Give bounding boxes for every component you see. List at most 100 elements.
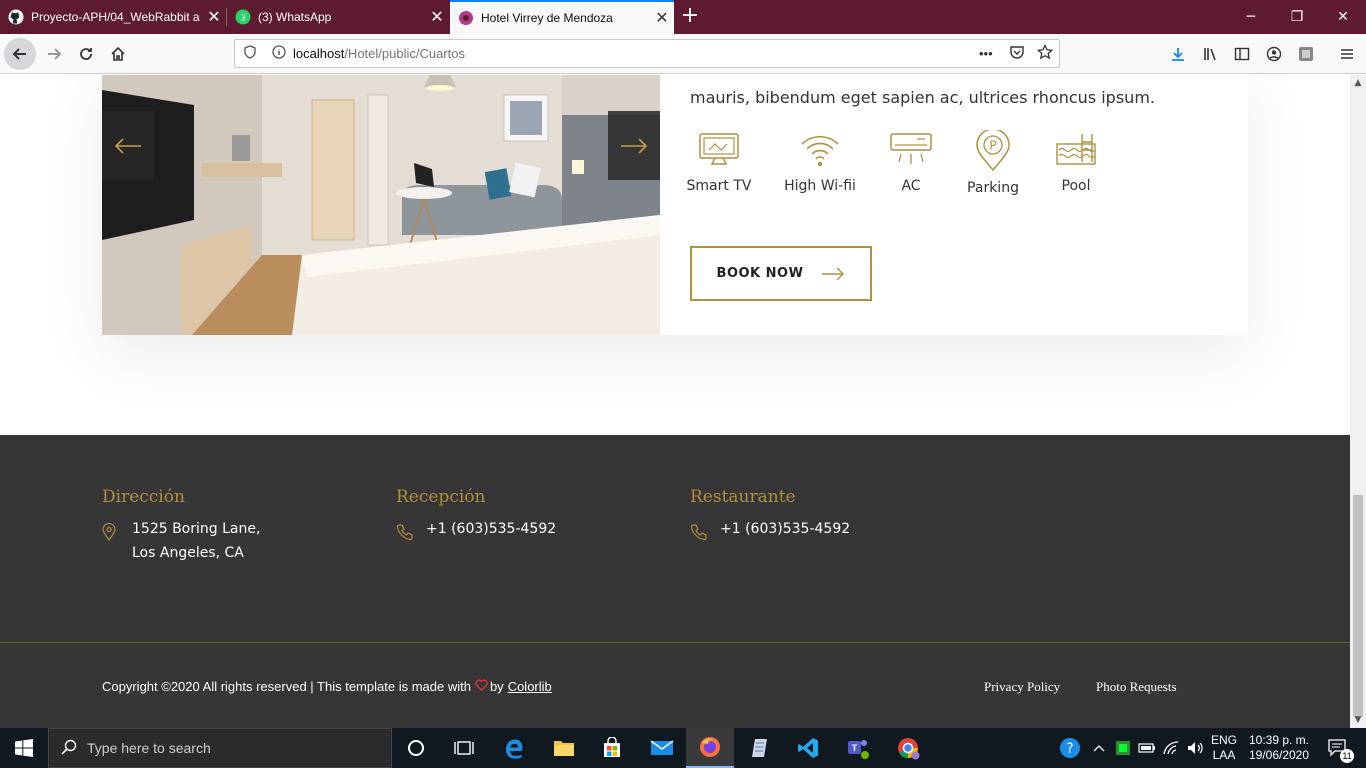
book-now-label: BOOK NOW: [716, 266, 804, 281]
reload-icon: [80, 48, 92, 60]
site-footer: Dirección 1525 Boring Lane, Los Angeles,…: [0, 435, 1350, 728]
bookmark-star-icon[interactable]: [1036, 43, 1054, 63]
new-tab-button[interactable]: +: [678, 5, 702, 29]
minimize-button[interactable]: ─: [1228, 0, 1274, 34]
close-window-button[interactable]: ✕: [1320, 0, 1366, 34]
map-pin-icon: [102, 521, 132, 545]
battery-icon[interactable]: [1136, 728, 1158, 768]
arrow-right-icon: [621, 137, 648, 154]
footer-address-column: Dirección 1525 Boring Lane, Los Angeles,…: [102, 487, 260, 565]
url-bar[interactable]: localhost/Hotel/public/Cuartos •••: [234, 39, 1060, 68]
search-icon: [61, 739, 77, 758]
amenity-wifi: High Wi-fii: [775, 130, 865, 194]
restore-button[interactable]: ❐: [1274, 0, 1320, 34]
copyright: Copyright ©2020 All rights reserved | Th…: [102, 679, 552, 694]
mail-icon[interactable]: [638, 728, 686, 768]
next-slide-button[interactable]: [608, 111, 660, 180]
photo-requests-link[interactable]: Photo Requests: [1096, 679, 1177, 695]
svg-text:P: P: [989, 139, 996, 153]
info-icon[interactable]: [265, 45, 293, 62]
footer-restaurant-column: Restaurante +1 (603)535-4592: [690, 487, 850, 545]
windows-logo-icon: [15, 739, 33, 757]
shield-icon[interactable]: [235, 45, 265, 62]
tab-hotel[interactable]: Hotel Virrey de Mendoza ✕: [450, 0, 674, 34]
chrome-icon[interactable]: [884, 728, 932, 768]
scroll-up-arrow-icon[interactable]: ▲: [1350, 75, 1366, 91]
svg-text:T: T: [852, 743, 858, 753]
home-button[interactable]: [102, 38, 134, 70]
file-explorer-icon[interactable]: [540, 728, 588, 768]
parking-icon: P: [976, 130, 1010, 172]
downloads-icon[interactable]: [1166, 42, 1190, 66]
app-tray-icon[interactable]: [1112, 728, 1134, 768]
tab-whatsapp[interactable]: 3 (3) WhatsApp ✕: [227, 0, 449, 34]
close-tab-icon[interactable]: ✕: [650, 8, 674, 28]
pocket-icon[interactable]: [1009, 44, 1025, 63]
copyright-by: by: [489, 679, 504, 694]
back-arrow-icon: [12, 48, 26, 60]
reload-button[interactable]: [70, 38, 102, 70]
windows-taskbar: Type here to search T ? ENG LAA 10:39 p.…: [0, 728, 1366, 768]
volume-icon[interactable]: [1184, 728, 1206, 768]
amenity-label: AC: [901, 178, 921, 194]
edge-icon[interactable]: [490, 728, 538, 768]
close-tab-icon[interactable]: ✕: [425, 7, 449, 27]
account-icon[interactable]: [1262, 42, 1286, 66]
chevron-up-icon[interactable]: [1090, 728, 1108, 768]
footer-heading: Dirección: [102, 487, 185, 507]
close-tab-icon[interactable]: ✕: [202, 7, 226, 27]
svg-text:?: ?: [1066, 741, 1073, 757]
amenity-smart-tv: Smart TV: [674, 130, 764, 194]
network-icon[interactable]: [1160, 728, 1182, 768]
page-actions-menu[interactable]: •••: [979, 46, 993, 61]
colorlib-link[interactable]: Colorlib: [508, 679, 552, 694]
sidebar-icon[interactable]: [1230, 42, 1254, 66]
language-code: ENG: [1210, 733, 1237, 747]
footer-heading: Restaurante: [690, 487, 796, 507]
prev-slide-button[interactable]: [102, 111, 154, 180]
arrow-left-icon: [114, 137, 141, 154]
cortana-icon[interactable]: [392, 728, 440, 768]
amenity-label: Pool: [1061, 178, 1091, 194]
restaurant-phone[interactable]: +1 (603)535-4592: [720, 517, 850, 541]
tab-github[interactable]: Proyecto-APH/04_WebRabbit a ✕: [0, 0, 226, 34]
firefox-icon[interactable]: [686, 728, 734, 768]
notepad-icon[interactable]: [736, 728, 784, 768]
vscode-icon[interactable]: [784, 728, 832, 768]
reception-phone[interactable]: +1 (603)535-4592: [426, 517, 556, 541]
task-view-icon[interactable]: [440, 728, 488, 768]
page-scrollbar[interactable]: ▲ ▼: [1350, 75, 1366, 728]
address-text: 1525 Boring Lane, Los Angeles, CA: [132, 517, 260, 565]
tab-title: Hotel Virrey de Mendoza: [481, 11, 613, 25]
teams-icon[interactable]: T: [834, 728, 882, 768]
help-icon[interactable]: ?: [1058, 728, 1082, 768]
back-button[interactable]: [4, 38, 36, 70]
notification-center-icon[interactable]: 11: [1318, 728, 1358, 768]
forward-button[interactable]: [38, 38, 70, 70]
phone-icon: [396, 521, 426, 545]
book-now-button[interactable]: BOOK NOW: [690, 246, 872, 301]
tab-title: (3) WhatsApp: [258, 10, 332, 24]
footer-divider: [0, 642, 1350, 643]
language-indicator[interactable]: ENG LAA: [1208, 728, 1240, 768]
room-description: mauris, bibendum eget sapien ac, ultrice…: [690, 88, 1155, 107]
room-photo: [102, 75, 660, 335]
room-card: mauris, bibendum eget sapien ac, ultrice…: [102, 75, 1248, 335]
footer-reception-column: Recepción +1 (603)535-4592: [396, 487, 556, 545]
whatsapp-icon: 3: [235, 9, 251, 25]
clock[interactable]: 10:39 p. m. 19/06/2020: [1244, 728, 1314, 768]
amenity-ac: AC: [866, 130, 956, 194]
scrollbar-thumb[interactable]: [1353, 495, 1363, 717]
hamburger-menu-icon[interactable]: [1335, 42, 1359, 66]
address-line-2: Los Angeles, CA: [132, 545, 244, 561]
air-conditioner-icon: [890, 133, 932, 164]
clock-time: 10:39 p. m.: [1248, 733, 1310, 747]
start-button[interactable]: [0, 728, 48, 768]
microsoft-store-icon[interactable]: [588, 728, 636, 768]
svg-text:3: 3: [240, 13, 245, 23]
taskbar-search[interactable]: Type here to search: [48, 728, 392, 768]
scroll-down-arrow-icon[interactable]: ▼: [1350, 712, 1366, 728]
extension-icon[interactable]: [1294, 42, 1318, 66]
library-icon[interactable]: [1198, 42, 1222, 66]
privacy-policy-link[interactable]: Privacy Policy: [984, 679, 1060, 695]
